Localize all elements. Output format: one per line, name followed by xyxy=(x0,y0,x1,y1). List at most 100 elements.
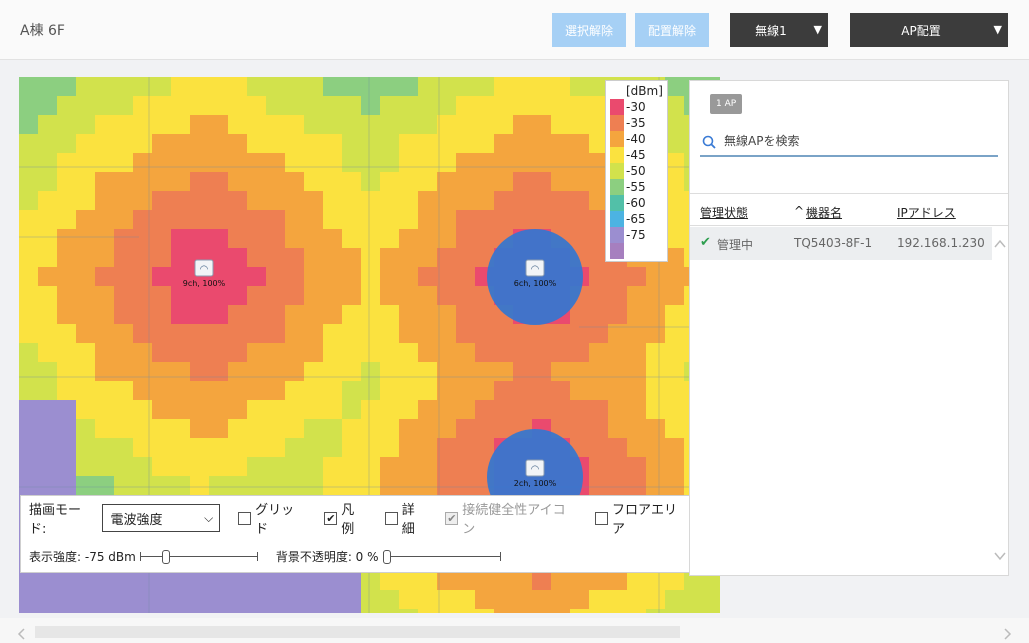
col-ip[interactable]: IPアドレス xyxy=(897,204,956,221)
ap-place-select[interactable]: AP配置 ▼ xyxy=(850,13,1008,47)
col-device-name[interactable]: 機器名 xyxy=(806,204,842,221)
panel-scrollbar[interactable] xyxy=(992,227,1008,575)
legend-swatch xyxy=(610,243,624,259)
heat-cell xyxy=(190,438,209,457)
heat-cell xyxy=(475,77,494,96)
heat-cell xyxy=(190,172,209,191)
heat-cell xyxy=(456,115,475,134)
floor-area-checkbox[interactable]: フロアエリア xyxy=(595,499,689,537)
heat-cell xyxy=(361,457,380,476)
heat-cell xyxy=(323,210,342,229)
heat-cell xyxy=(285,343,304,362)
opacity-slider[interactable] xyxy=(382,549,501,564)
search-input[interactable] xyxy=(724,134,974,148)
heat-cell xyxy=(342,229,361,248)
heat-cell xyxy=(19,609,38,613)
heat-cell xyxy=(304,362,323,381)
heat-cell xyxy=(57,343,76,362)
radio-select[interactable]: 無線1 ▼ xyxy=(730,13,828,47)
heat-cell xyxy=(646,381,665,400)
detail-checkbox[interactable]: 詳細 xyxy=(384,499,428,537)
heat-cell xyxy=(342,590,361,609)
heat-cell xyxy=(76,210,95,229)
heat-cell xyxy=(456,77,475,96)
horizontal-scrollbar[interactable] xyxy=(0,618,1029,643)
heat-cell xyxy=(532,571,551,590)
heat-cell xyxy=(304,343,323,362)
col-status[interactable]: 管理状態 xyxy=(700,204,748,221)
chevron-down-icon: ⌵ xyxy=(204,511,214,525)
heat-cell xyxy=(38,267,57,286)
heat-cell xyxy=(285,305,304,324)
heat-cell xyxy=(494,571,513,590)
heat-cell xyxy=(342,153,361,172)
slider-thumb[interactable] xyxy=(382,549,391,564)
heat-cell xyxy=(570,153,589,172)
heat-cell xyxy=(323,172,342,191)
heat-cell xyxy=(665,590,684,609)
heat-cell xyxy=(627,590,646,609)
heat-cell xyxy=(437,343,456,362)
ap-table-header: 管理状態 ^ 機器名 IPアドレス xyxy=(690,193,1008,226)
heat-cell xyxy=(190,609,209,613)
heat-cell xyxy=(209,305,228,324)
heat-cell xyxy=(304,571,323,590)
ap-search[interactable] xyxy=(700,127,998,157)
deselect-button[interactable]: 選択解除 xyxy=(552,13,626,47)
heat-cell xyxy=(418,590,437,609)
heat-cell xyxy=(38,153,57,172)
heat-cell xyxy=(684,609,703,613)
heat-cell xyxy=(285,590,304,609)
heat-cell xyxy=(456,457,475,476)
heat-cell xyxy=(190,115,209,134)
heat-cell xyxy=(380,172,399,191)
heat-cell xyxy=(247,419,266,438)
heat-cell xyxy=(95,210,114,229)
heat-cell xyxy=(171,210,190,229)
heat-cell xyxy=(665,267,684,286)
grid-checkbox[interactable]: グリッド xyxy=(238,499,306,537)
heat-cell xyxy=(114,419,133,438)
heat-cell xyxy=(703,590,720,609)
heat-cell xyxy=(551,77,570,96)
heat-cell xyxy=(114,400,133,419)
heat-cell xyxy=(152,362,171,381)
legend-checkbox[interactable]: ✔ 凡例 xyxy=(324,499,367,537)
heat-cell xyxy=(342,248,361,267)
heat-cell xyxy=(361,590,380,609)
heat-cell xyxy=(114,191,133,210)
heat-cell xyxy=(57,248,76,267)
heat-cell xyxy=(608,381,627,400)
heat-cell xyxy=(570,305,589,324)
heat-cell xyxy=(76,229,95,248)
heat-cell xyxy=(95,248,114,267)
access-point-marker[interactable]: ◠ 6ch, 100% xyxy=(487,229,583,325)
heat-cell xyxy=(76,324,95,343)
heat-cell xyxy=(494,134,513,153)
heat-cell xyxy=(247,134,266,153)
heat-cell xyxy=(342,400,361,419)
unplace-button[interactable]: 配置解除 xyxy=(635,13,709,47)
heat-cell xyxy=(152,571,171,590)
heat-cell xyxy=(513,400,532,419)
heat-cell xyxy=(551,590,570,609)
heat-cell xyxy=(57,362,76,381)
heat-cell xyxy=(342,609,361,613)
legend-value: -75 xyxy=(626,228,646,242)
table-row[interactable]: ✔ 管理中 TQ5403-8F-1 192.168.1.230 xyxy=(690,227,992,260)
slider-thumb[interactable] xyxy=(161,549,170,564)
opacity-label: 背景不透明度: 0 % xyxy=(275,550,379,564)
heat-cell xyxy=(475,590,494,609)
strength-slider[interactable] xyxy=(139,549,258,564)
heat-cell xyxy=(38,609,57,613)
heat-cell xyxy=(190,419,209,438)
heat-cell xyxy=(570,229,589,248)
heat-cell xyxy=(494,343,513,362)
heat-cell xyxy=(190,400,209,419)
heat-cell xyxy=(95,590,114,609)
heat-cell xyxy=(171,153,190,172)
heat-cell xyxy=(228,362,247,381)
heat-cell xyxy=(342,96,361,115)
heat-cell xyxy=(152,400,171,419)
draw-mode-select[interactable]: 電波強度 ⌵ xyxy=(101,504,221,532)
